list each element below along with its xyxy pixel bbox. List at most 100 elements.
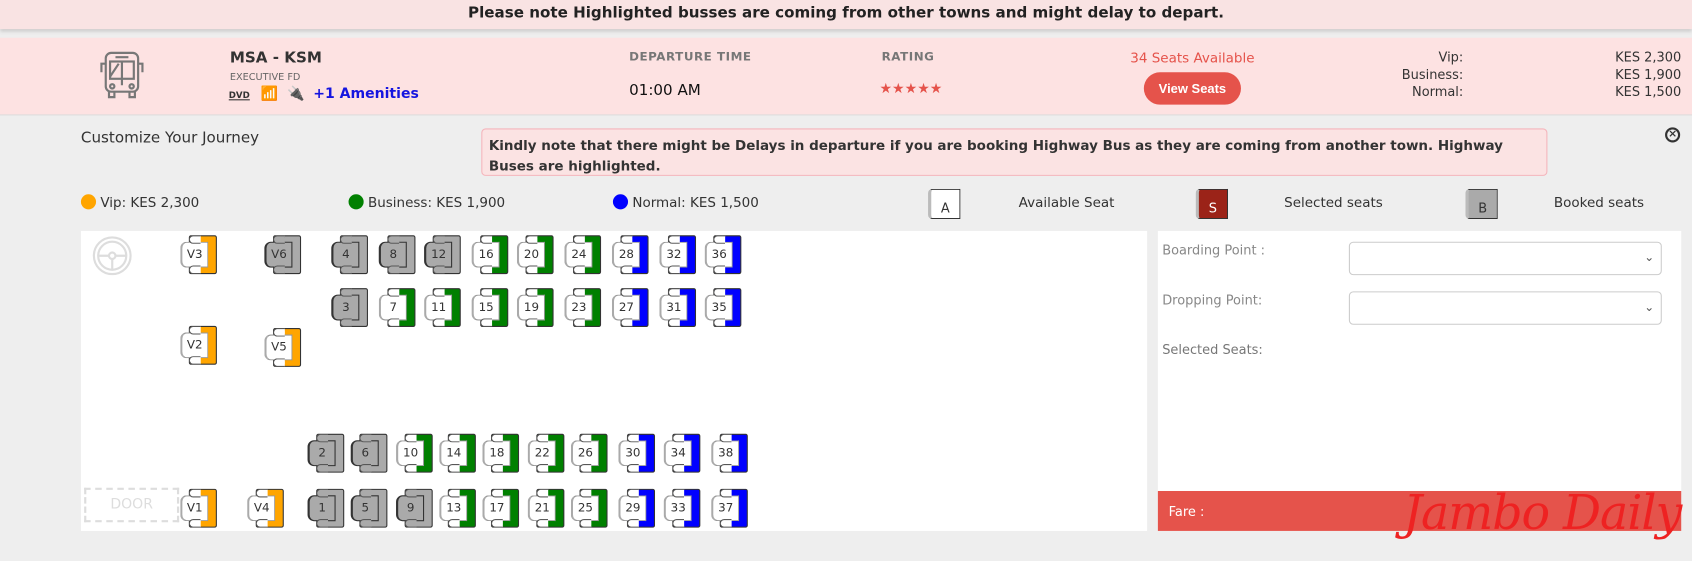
seat-number: 38 [711, 433, 740, 473]
color-dot-icon [612, 194, 629, 210]
bus-card: MSA - KSM EXECUTIVE FD DVD 📶 🔌 +1 Amenit… [0, 37, 1692, 116]
view-seats-button[interactable]: View Seats [1143, 72, 1241, 105]
seat-23[interactable]: 23 [564, 288, 602, 327]
seat-7[interactable]: 7 [378, 288, 416, 327]
seat-V1[interactable]: V1 [180, 488, 217, 528]
status-legend-label: Booked seats [1553, 194, 1645, 211]
seat-number: 32 [659, 235, 688, 275]
seat-32[interactable]: 32 [659, 235, 697, 275]
seat-V2[interactable]: V2 [180, 325, 217, 365]
door: DOOR [84, 487, 180, 523]
seat-31[interactable]: 31 [659, 288, 697, 327]
legend-class: Business: KES 1,900 [348, 194, 506, 211]
seat-28[interactable]: 28 [611, 235, 649, 275]
notice-banner: Please note Highlighted busses are comin… [0, 0, 1692, 30]
seat-15[interactable]: 15 [471, 288, 509, 327]
seat-3: 3 [331, 288, 368, 327]
seat-13[interactable]: 13 [439, 488, 476, 528]
seat-number: 7 [378, 288, 407, 327]
seat-17[interactable]: 17 [482, 488, 520, 528]
seat-number: 18 [482, 433, 511, 473]
delay-alert: Kindly note that there might be Delays i… [481, 128, 1548, 176]
seat-21[interactable]: 21 [527, 488, 565, 528]
seat-14[interactable]: 14 [439, 433, 476, 473]
seat-34[interactable]: 34 [663, 433, 701, 473]
chevron-down-icon: ⌄ [1644, 250, 1655, 265]
seat-V4[interactable]: V4 [247, 488, 284, 528]
seat-number: 28 [611, 235, 640, 275]
legend-class: Normal: KES 1,500 [612, 194, 759, 210]
seat-24[interactable]: 24 [564, 235, 602, 275]
seat-16[interactable]: 16 [471, 235, 509, 275]
seat-35[interactable]: 35 [704, 288, 742, 327]
legend-label: Business: KES 1,900 [367, 194, 506, 211]
seat-19[interactable]: 19 [516, 288, 554, 327]
boarding-point-select[interactable]: ⌄ [1348, 241, 1662, 276]
seat-20[interactable]: 20 [516, 235, 554, 275]
seat-33[interactable]: 33 [663, 488, 701, 528]
seat-8: 8 [378, 235, 416, 275]
seat-number: 1 [307, 488, 336, 528]
seat-number: 14 [439, 433, 468, 473]
seat-22[interactable]: 22 [527, 433, 565, 473]
seat-26[interactable]: 26 [570, 433, 608, 473]
seat-number: 19 [516, 288, 545, 327]
seat-27[interactable]: 27 [611, 288, 649, 327]
seat-number: 33 [663, 488, 692, 528]
seat-number: 4 [331, 235, 360, 275]
price-label: Business: [1401, 66, 1464, 83]
seat-9: 9 [396, 488, 433, 528]
seat-number: 16 [471, 235, 500, 275]
seat-number: V4 [247, 488, 276, 528]
price-label: Vip: [1438, 49, 1464, 65]
dropping-label: Dropping Point: [1162, 292, 1263, 308]
close-icon[interactable]: × [1665, 127, 1681, 143]
selected-seats-label: Selected Seats: [1162, 342, 1263, 358]
seat-10[interactable]: 10 [396, 433, 433, 473]
seat-36[interactable]: 36 [704, 235, 742, 275]
seat-number: V3 [180, 235, 209, 275]
color-dot-icon [80, 194, 97, 210]
seat-number: 27 [611, 288, 640, 327]
seat-number: 13 [439, 488, 468, 528]
seat-map [80, 230, 1148, 531]
seat-25[interactable]: 25 [570, 488, 608, 528]
seat-29[interactable]: 29 [618, 488, 656, 528]
seat-number: 5 [350, 488, 379, 528]
wifi-icon: 📶 [260, 86, 279, 103]
rating-label: RATING [881, 49, 935, 64]
seat-38[interactable]: 38 [711, 433, 748, 473]
price-value: KES 1,900 [1615, 66, 1682, 83]
status-legend-label: Available Seat [1018, 194, 1115, 211]
price-value: KES 2,300 [1615, 49, 1682, 65]
seat-V5[interactable]: V5 [264, 328, 302, 367]
seat-30[interactable]: 30 [618, 433, 656, 473]
seat-legend-icon: S [1195, 188, 1229, 220]
legend-label: Vip: KES 2,300 [100, 194, 200, 211]
seat-number: 24 [564, 235, 593, 275]
seat-V6: V6 [264, 235, 302, 275]
seat-number: 3 [331, 288, 360, 327]
seat-2: 2 [307, 433, 345, 473]
dropping-point-select[interactable]: ⌄ [1348, 291, 1662, 325]
departure-time: 01:00 AM [629, 82, 701, 100]
seat-number: 21 [527, 488, 556, 528]
seat-number: 34 [663, 433, 692, 473]
chevron-down-icon: ⌄ [1644, 299, 1655, 315]
watermark: Jambo Daily [1403, 485, 1682, 541]
bus-class: EXECUTIVE FD [229, 72, 301, 84]
seat-number: 15 [471, 288, 500, 327]
seat-number: 12 [424, 235, 453, 275]
departure-label: DEPARTURE TIME [629, 49, 752, 64]
seat-number: 8 [378, 235, 407, 275]
seat-18[interactable]: 18 [482, 433, 520, 473]
seat-37[interactable]: 37 [711, 488, 748, 528]
more-amenities-link[interactable]: +1 Amenities [313, 86, 419, 102]
seat-11[interactable]: 11 [424, 288, 461, 327]
seat-V3[interactable]: V3 [180, 235, 217, 275]
seat-number: V2 [180, 325, 209, 365]
seat-number: 29 [618, 488, 647, 528]
seat-12: 12 [424, 235, 461, 275]
price-value: KES 1,500 [1615, 84, 1682, 100]
seat-number: 35 [704, 288, 733, 327]
